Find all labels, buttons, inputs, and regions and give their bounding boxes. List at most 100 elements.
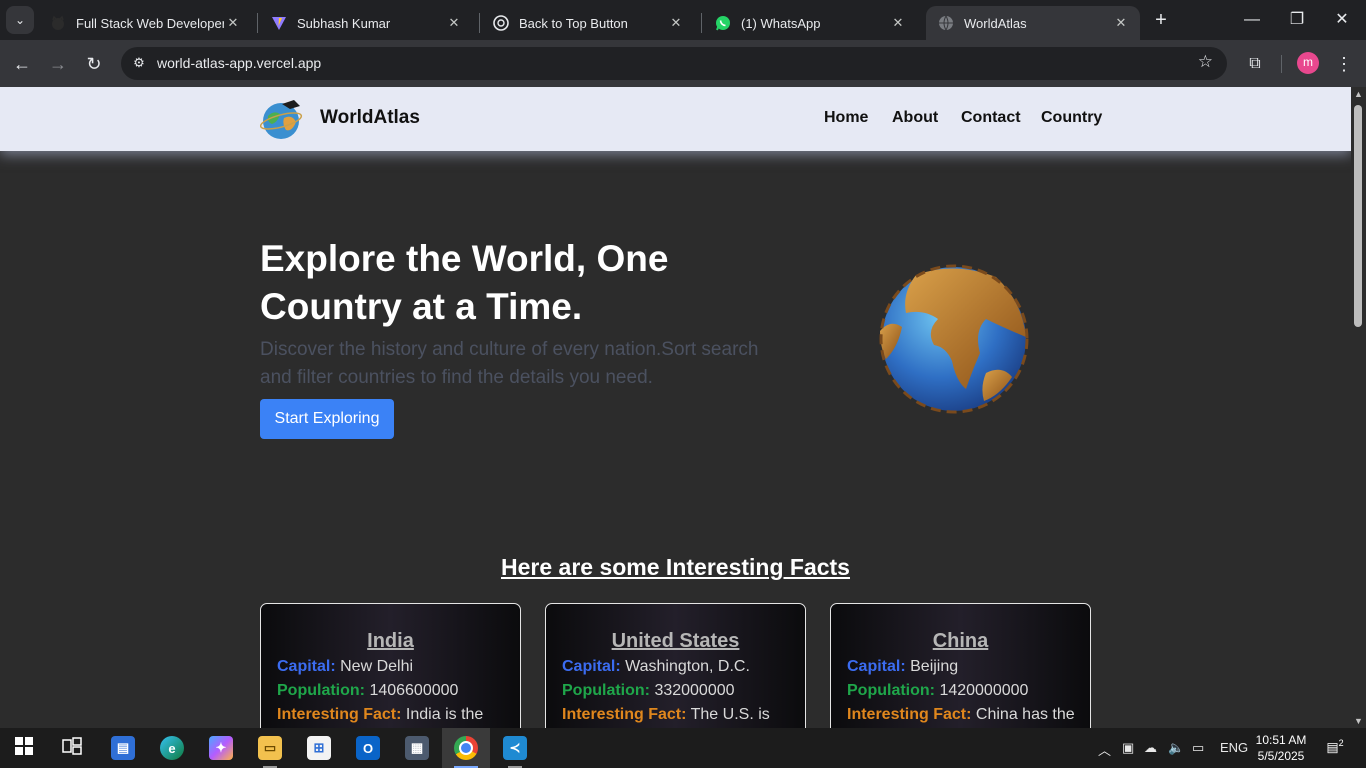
new-tab-button[interactable]: +	[1150, 8, 1172, 32]
tab-title: Back to Top Button	[519, 15, 628, 31]
meet-now-icon[interactable]: ▣	[1122, 740, 1134, 756]
close-tab-icon[interactable]: ✕	[224, 15, 242, 31]
close-tab-icon[interactable]: ✕	[667, 15, 685, 31]
vscode-icon: ≺	[503, 736, 527, 760]
file-explorer-button[interactable]: ▭	[246, 728, 294, 768]
task-view-button[interactable]	[48, 728, 96, 768]
reload-button[interactable]: ↻	[82, 52, 106, 76]
brand-name[interactable]: WorldAtlas	[320, 107, 420, 129]
population-value: 1406600000	[369, 682, 459, 699]
forward-button[interactable]: →	[46, 52, 70, 76]
address-bar[interactable]: ⚙ world-atlas-app.vercel.app ☆	[121, 47, 1227, 80]
fact-card-united-states: United States Capital: Washington, D.C. …	[545, 603, 806, 728]
tab-worldatlas[interactable]: WorldAtlas ✕	[926, 6, 1140, 40]
start-button[interactable]	[0, 728, 48, 768]
onedrive-cloud-icon[interactable]: ☁	[1144, 740, 1157, 756]
fact-value: China has the	[975, 706, 1075, 723]
hero-title: Explore the World, One Country at a Time…	[260, 238, 669, 327]
page-viewport: WorldAtlas Home About Contact Country Ex…	[0, 87, 1351, 728]
plus-icon: +	[1155, 9, 1167, 31]
tab-whatsapp[interactable]: (1) WhatsApp ✕	[703, 6, 917, 40]
puzzle-icon: ⧉	[1249, 55, 1261, 72]
nav-contact[interactable]: Contact	[961, 109, 1021, 127]
nav-home[interactable]: Home	[824, 109, 868, 127]
store-button[interactable]: ⊞	[295, 728, 343, 768]
card-capital-row: Capital: New Delhi	[277, 655, 504, 679]
close-tab-icon[interactable]: ✕	[889, 15, 907, 31]
store-icon: ⊞	[307, 736, 331, 760]
card-country-name: India	[367, 630, 414, 652]
volume-icon[interactable]: 🔈	[1168, 740, 1184, 756]
chrome-button[interactable]	[442, 728, 490, 768]
url-text[interactable]: world-atlas-app.vercel.app	[157, 55, 321, 71]
tab-search-button[interactable]: ⌄	[6, 6, 34, 34]
close-tab-icon[interactable]: ✕	[1112, 15, 1130, 31]
tab-divider	[479, 13, 480, 33]
copilot-button[interactable]: ✦	[197, 728, 245, 768]
minimize-button[interactable]: —	[1240, 8, 1264, 32]
tab-full-stack-web-developer[interactable]: Full Stack Web Developer ✕	[38, 6, 252, 40]
scroll-up-arrow-icon[interactable]: ▲	[1354, 89, 1363, 99]
tab-title: Full Stack Web Developer	[76, 15, 224, 31]
population-label: Population:	[847, 682, 935, 699]
fact-value: India is the	[405, 706, 484, 723]
clock-date: 5/5/2025	[1257, 749, 1305, 763]
close-tab-icon[interactable]: ✕	[445, 15, 463, 31]
outlook-icon: O	[356, 736, 380, 760]
whatsapp-icon	[715, 15, 731, 31]
fact-card-china: China Capital: Beijing Population: 14200…	[830, 603, 1091, 728]
capital-label: Capital:	[847, 658, 906, 675]
fact-label: Interesting Fact:	[562, 706, 687, 723]
extensions-button[interactable]: ⧉	[1243, 52, 1267, 76]
card-fact-row: Interesting Fact: China has the	[847, 703, 1075, 727]
restore-button[interactable]: ❐	[1285, 8, 1309, 32]
close-window-button[interactable]: ✕	[1330, 8, 1354, 32]
nav-about[interactable]: About	[892, 109, 938, 127]
tab-divider	[257, 13, 258, 33]
show-hidden-icons-chevron-icon[interactable]: ︿	[1098, 740, 1111, 759]
profile-avatar[interactable]: m	[1297, 52, 1319, 74]
globe-icon	[938, 15, 954, 31]
site-info-icon[interactable]: ⚙	[129, 53, 149, 73]
capital-value: Washington, D.C.	[625, 658, 750, 675]
tab-subhash-kumar[interactable]: Subhash Kumar ✕	[259, 6, 473, 40]
scroll-down-arrow-icon[interactable]: ▼	[1354, 716, 1363, 726]
copilot-icon: ✦	[209, 736, 233, 760]
clock-time: 10:51 AM	[1255, 733, 1307, 747]
population-label: Population:	[277, 682, 365, 699]
start-icon	[15, 736, 33, 760]
card-capital-row: Capital: Beijing	[847, 655, 1074, 679]
system-clock[interactable]: 10:51 AM 5/5/2025	[1250, 732, 1312, 764]
card-fact-row: Interesting Fact: India is the	[277, 703, 504, 727]
page-scrollbar[interactable]: ▲ ▼	[1351, 87, 1366, 728]
bookmark-star-icon[interactable]: ☆	[1198, 52, 1213, 72]
browser-menu-button[interactable]: ⋮	[1334, 52, 1354, 76]
octocat-icon	[50, 15, 66, 31]
card-country-name: China	[932, 630, 989, 652]
notification-center-button[interactable]: ▤2	[1324, 738, 1346, 758]
widgets-button[interactable]: ▤	[99, 728, 147, 768]
calculator-button[interactable]: ▦	[393, 728, 441, 768]
hero-globe-image	[876, 261, 1032, 417]
edge-button[interactable]: e	[148, 728, 196, 768]
outlook-button[interactable]: O	[344, 728, 392, 768]
worldatlas-logo[interactable]	[259, 98, 304, 140]
vscode-button[interactable]: ≺	[491, 728, 539, 768]
notification-count: 2	[1338, 738, 1344, 748]
file-explorer-icon: ▭	[258, 736, 282, 760]
capital-label: Capital:	[277, 658, 336, 675]
back-button[interactable]: ←	[10, 52, 34, 76]
tab-back-to-top-button[interactable]: Back to Top Button ✕	[481, 6, 695, 40]
card-population-row: Population: 332000000	[562, 679, 789, 703]
nav-country[interactable]: Country	[1041, 109, 1102, 127]
restore-icon: ❐	[1289, 11, 1305, 28]
network-icon[interactable]: ▭	[1192, 740, 1204, 756]
arrow-right-icon: →	[49, 54, 67, 74]
input-language[interactable]: ENG	[1220, 740, 1248, 755]
scrollbar-thumb[interactable]	[1354, 105, 1362, 327]
start-exploring-button[interactable]: Start Exploring	[260, 399, 394, 439]
browser-tab-strip: ⌄ Full Stack Web Developer ✕ Subhash Kum…	[0, 0, 1366, 40]
card-country-name: United States	[611, 630, 740, 652]
tab-title: Subhash Kumar	[297, 15, 391, 31]
hero-subtitle: Discover the history and culture of ever…	[260, 339, 759, 388]
